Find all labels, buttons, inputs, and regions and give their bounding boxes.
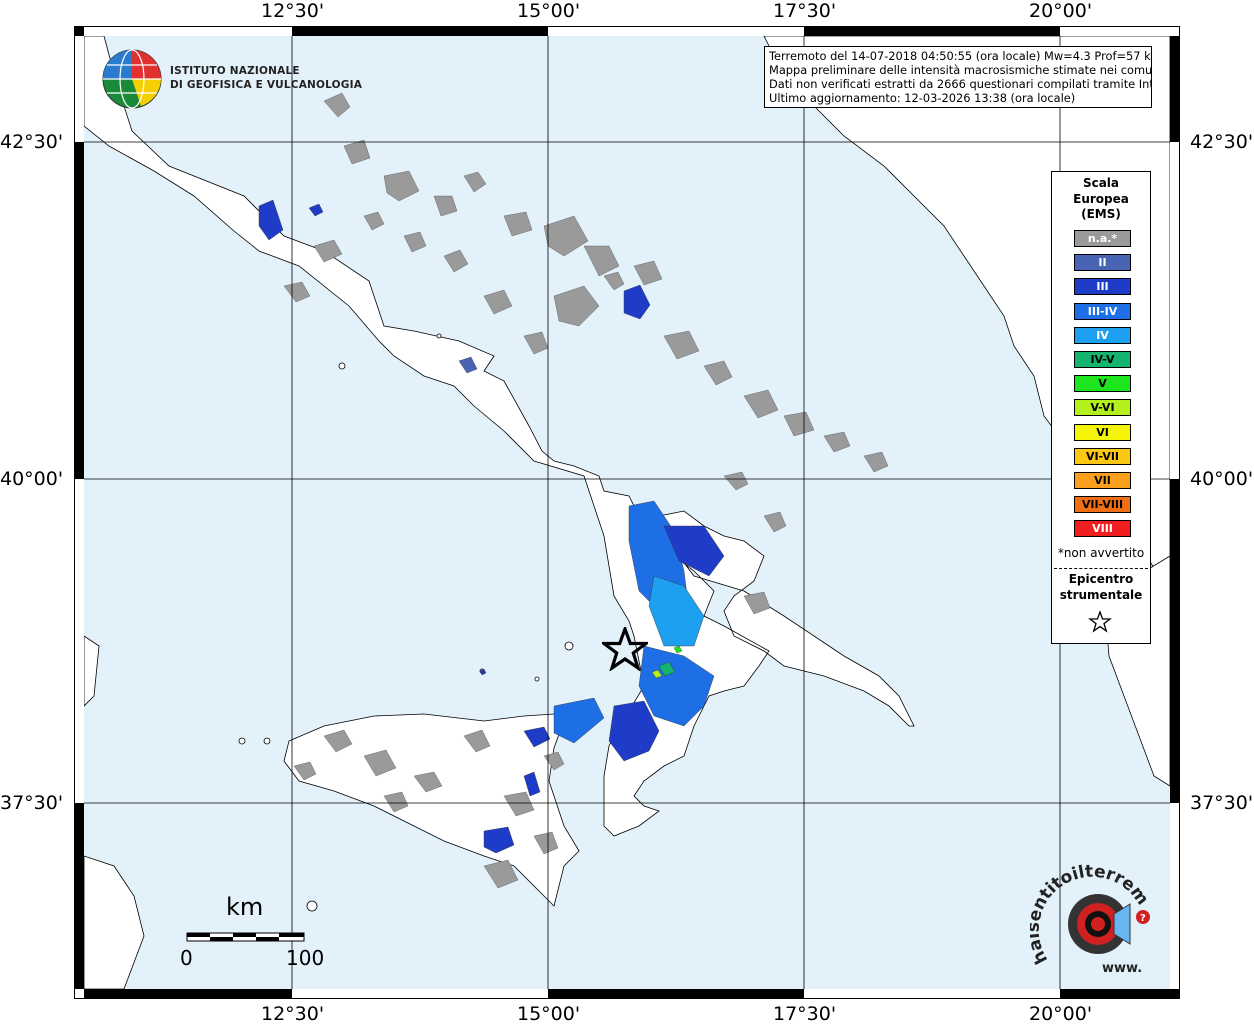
lat-label-right: 40°00' [1190, 468, 1254, 490]
scalebar-end-label: 100 [286, 946, 325, 970]
lon-label-top: 20°00' [1029, 0, 1093, 22]
legend-swatch: II [1074, 254, 1131, 272]
legend-title: Scala Europea (EMS) [1052, 176, 1150, 223]
lat-label-left: 40°00' [0, 468, 64, 490]
legend-swatch: VIII [1074, 520, 1131, 538]
legend-title-line: Scala [1082, 176, 1120, 190]
lat-label-right: 37°30' [1190, 792, 1254, 814]
legend-swatch: n.a.* [1074, 230, 1131, 247]
event-info-line: Ultimo aggiornamento: 12-03-2026 13:38 (… [769, 91, 1076, 105]
legend-swatch: IV-V [1074, 351, 1131, 368]
lon-label-bottom: 20°00' [1029, 1003, 1093, 1025]
legend-note: *non avvertito [1057, 546, 1145, 560]
lon-label-bottom: 12°30' [261, 1003, 325, 1025]
institute-line-2: DI GEOFISICA E VULCANOLOGIA [170, 79, 363, 91]
legend-swatch: VII-VIII [1074, 496, 1131, 514]
legend-title-line: Europea [1073, 191, 1129, 206]
event-info-line: Dati non verificati estratti da 2666 que… [769, 77, 1152, 91]
legend-swatch: IV [1074, 326, 1131, 344]
legend-swatch: III [1074, 278, 1131, 296]
legend-swatch: V-VI [1074, 399, 1131, 417]
legend-title-line: (EMS) [1081, 207, 1121, 221]
scalebar-unit: km [226, 893, 264, 921]
legend-swatch: VII [1074, 472, 1131, 489]
legend-epicenter-line: strumentale [1059, 587, 1143, 602]
scalebar [186, 932, 305, 942]
legend-swatch: V [1074, 375, 1131, 393]
lon-label-top: 15°00' [517, 0, 581, 22]
scalebar-start-label: 0 [180, 946, 193, 970]
legend-separator [1054, 568, 1148, 569]
lat-label-left: 37°30' [0, 792, 64, 814]
lon-label-bottom: 15°00' [517, 1003, 581, 1025]
legend-swatch: VI-VII [1074, 447, 1131, 465]
lon-label-top: 12°30' [261, 0, 325, 22]
event-info-line: Terremoto del 14-07-2018 04:50:55 (ora l… [769, 49, 1152, 63]
logo-prefix: www. [1102, 961, 1142, 976]
event-info-box: Terremoto del 14-07-2018 04:50:55 (ora l… [764, 46, 1152, 108]
frame-border [74, 26, 1180, 999]
lat-label-left: 42°30' [0, 131, 64, 153]
legend-swatch: III-IV [1074, 302, 1131, 320]
ingv-globe-icon [102, 49, 162, 109]
epicenter-star-icon [602, 627, 648, 671]
legend-epicenter-line: Epicentro [1068, 572, 1134, 586]
institute-line-1: ISTITUTO NAZIONALE [170, 65, 300, 77]
haisentitoilterremoto-logo-icon: haisentitoilterremoto.it ? www. [1030, 860, 1152, 976]
lon-label-bottom: 17°30' [773, 1003, 837, 1025]
lon-label-top: 17°30' [773, 0, 837, 22]
svg-text:?: ? [1140, 913, 1146, 924]
star-icon [1088, 610, 1112, 633]
intensity-legend: Scala Europea (EMS) n.a.* II III III-IV IV IV… [1051, 171, 1151, 644]
legend-epicenter-label: Epicentro strumentale [1052, 572, 1150, 603]
legend-swatch: VI [1074, 423, 1131, 441]
lat-label-right: 42°30' [1190, 131, 1254, 153]
event-info-line: Mappa preliminare delle intensità macros… [769, 63, 1152, 77]
